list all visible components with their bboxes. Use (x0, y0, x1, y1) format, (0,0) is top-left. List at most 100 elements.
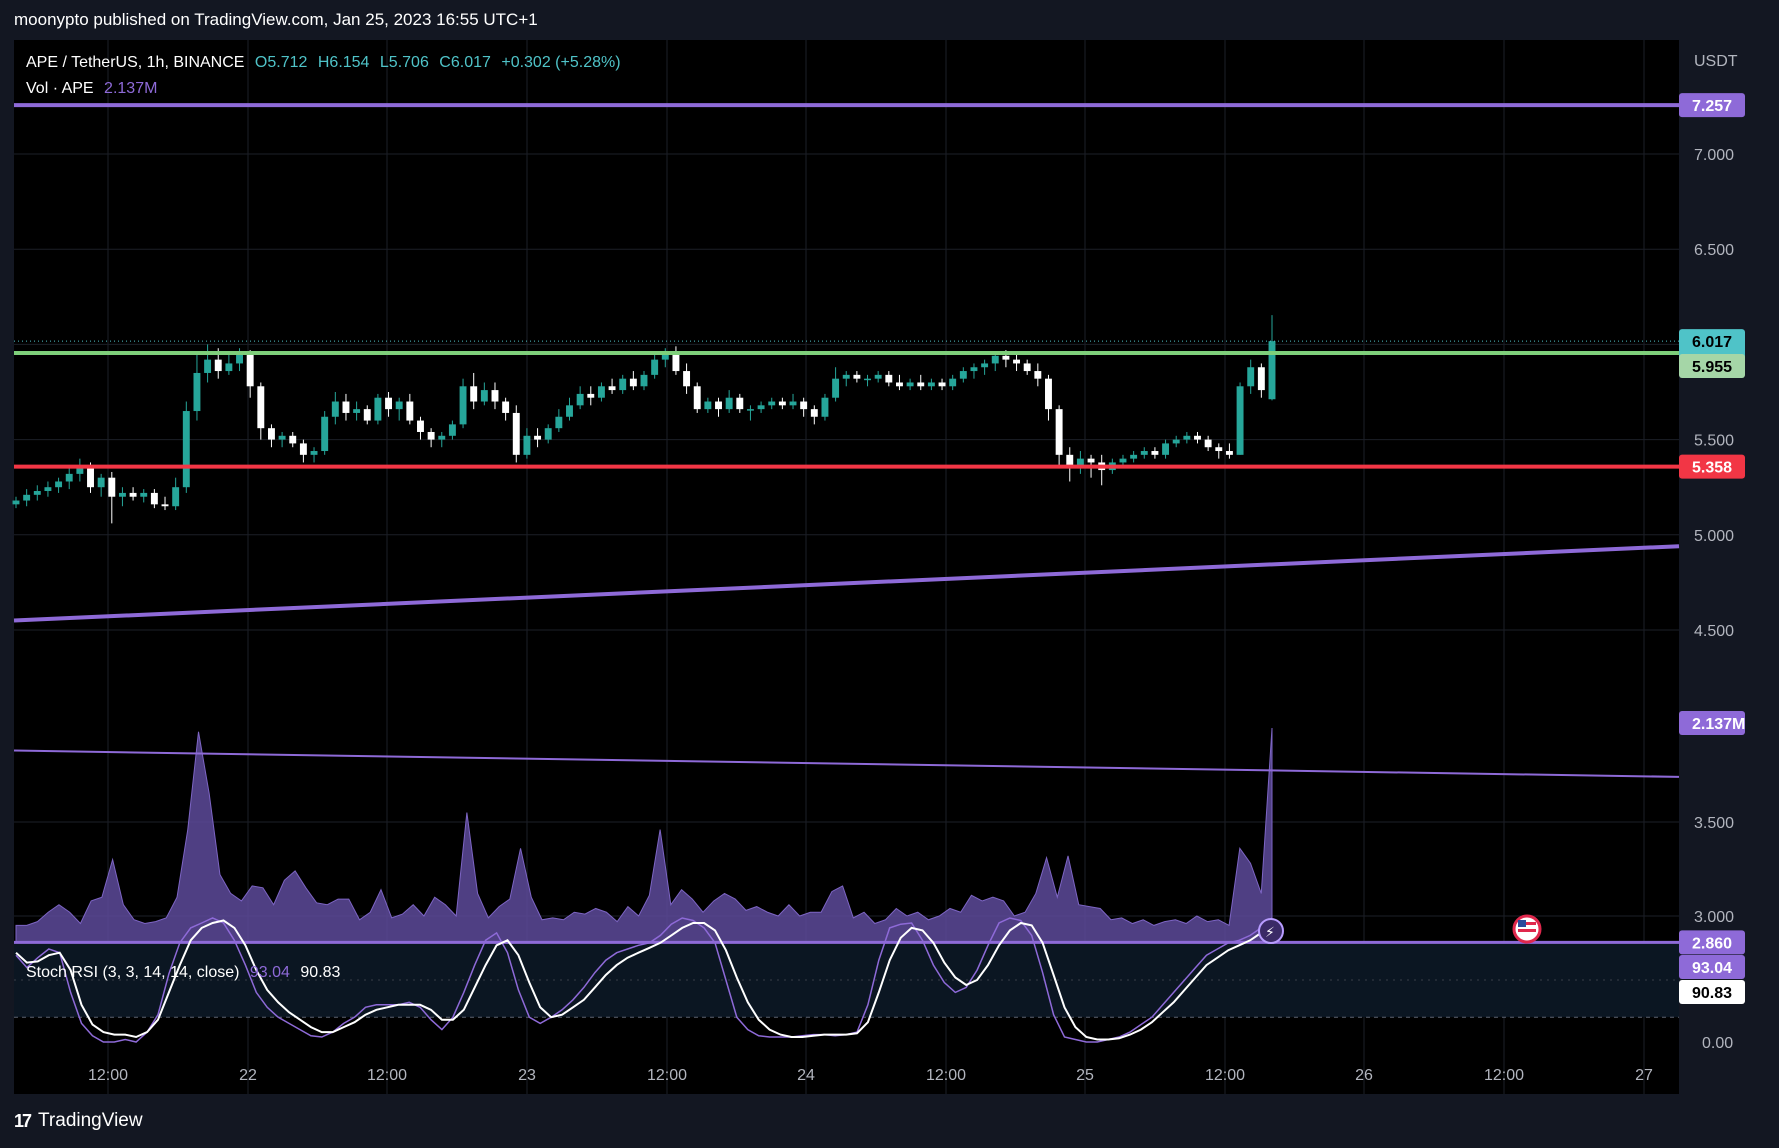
candle-body (959, 371, 967, 379)
candle-body (236, 353, 243, 364)
candle-body (1204, 439, 1212, 448)
candle-body (406, 401, 414, 421)
stoch-k-tag: 93.04 (1692, 960, 1732, 977)
stoch-d-value: 90.83 (300, 964, 341, 981)
candle-body (1002, 355, 1010, 360)
candle-body (746, 409, 754, 411)
candle-body (874, 374, 882, 379)
candle-body (1045, 378, 1052, 410)
candle-body (736, 397, 744, 410)
candle-body (842, 374, 850, 379)
currency-label: USDT (1694, 53, 1738, 70)
price-tick-label: 7.000 (1694, 147, 1734, 164)
candle-body (1247, 367, 1255, 387)
candle-body (757, 405, 765, 410)
lightning-glyph: ⚡ (1265, 925, 1275, 941)
candle-body (800, 401, 808, 410)
candle-body (299, 443, 307, 455)
price-tick-label: 5.500 (1694, 433, 1734, 450)
price-trendline (13, 544, 1680, 623)
candle-body (927, 382, 935, 387)
candle-body (23, 494, 31, 501)
resistance-tag: 5.955 (1692, 359, 1732, 376)
volume-tick-label: 3.500 (1694, 815, 1734, 832)
candle-body (1183, 435, 1191, 440)
candle-body (778, 401, 786, 406)
time-tick-label: 12:00 (1484, 1067, 1524, 1084)
candle-body (108, 477, 116, 497)
candle-body (87, 468, 94, 488)
time-tick-label: 12:00 (647, 1067, 687, 1084)
candle-body (949, 378, 957, 387)
candle-body (1023, 363, 1031, 372)
time-tick-label: 25 (1076, 1067, 1094, 1084)
candle-body (1151, 451, 1159, 455)
candle-body (981, 363, 989, 368)
candle-body (502, 401, 510, 413)
stoch-label[interactable]: Stoch RSI (3, 3, 14, 14, close) (26, 964, 239, 981)
candle-body (1130, 454, 1138, 459)
candle-body (140, 492, 148, 497)
time-tick-label: 23 (518, 1067, 536, 1084)
candle-body (150, 492, 158, 505)
candle-body (1268, 341, 1276, 400)
candle-body (193, 372, 201, 412)
candle-body (693, 386, 701, 410)
candle-body (97, 477, 105, 488)
volume-label[interactable]: Vol · APE (26, 80, 94, 97)
candle-body (44, 487, 52, 492)
time-tick-label: 27 (1635, 1067, 1653, 1084)
candle-body (310, 451, 318, 455)
candle-body (725, 397, 733, 410)
candle-body (480, 390, 488, 402)
ohlc-low: L5.706 (379, 54, 429, 71)
candle-body (225, 363, 233, 372)
candle-body (683, 371, 691, 387)
time-tick-label: 26 (1355, 1067, 1373, 1084)
candle-body (895, 382, 903, 387)
candle-body (65, 473, 73, 482)
candle-body (715, 401, 722, 410)
candle-body (544, 428, 552, 440)
candle-body (438, 435, 446, 440)
time-tick-label: 12:00 (88, 1067, 128, 1084)
candle-body (566, 405, 573, 417)
candle-body (1013, 359, 1021, 364)
candle-body (555, 416, 563, 429)
tradingview-logo[interactable]: 17 TradingView (14, 1110, 143, 1132)
ohlc-open: O5.712 (254, 54, 308, 71)
support-tag: 5.358 (1692, 460, 1732, 477)
candle-body (374, 397, 382, 421)
candle-body (331, 401, 339, 417)
candle-body (1225, 451, 1233, 455)
candle-body (427, 431, 435, 440)
candle-body (821, 397, 829, 417)
candle-body (704, 401, 712, 410)
candle-body (768, 401, 776, 406)
candle-body (1236, 386, 1244, 455)
candle-body (629, 378, 637, 387)
candle-body (491, 390, 499, 402)
candle-body (917, 382, 925, 387)
ohlc-close: C6.017 (439, 54, 491, 71)
candle-body (267, 428, 275, 440)
candle-body (1194, 435, 1201, 440)
time-tick-label: 24 (797, 1067, 815, 1084)
candle-body (576, 393, 584, 406)
tradingview-icon: 17 (14, 1110, 32, 1131)
candle-body (651, 359, 659, 375)
volume-tick-label: 3.000 (1694, 909, 1734, 926)
candle-body (1162, 443, 1170, 455)
price-tick-label: 5.000 (1694, 528, 1734, 545)
time-tick-label: 12:00 (926, 1067, 966, 1084)
candle-body (417, 420, 424, 432)
stoch-k-value: 93.04 (249, 964, 290, 981)
candle-body (459, 386, 467, 425)
candle-body (12, 500, 20, 505)
symbol-name[interactable]: APE / TetherUS, 1h, BINANCE (26, 54, 244, 71)
flag-stripe (1518, 929, 1536, 932)
stoch-d-tag: 90.83 (1692, 985, 1732, 1002)
candle-body (353, 409, 361, 413)
candle-body (523, 435, 531, 455)
candle-body (214, 359, 222, 372)
